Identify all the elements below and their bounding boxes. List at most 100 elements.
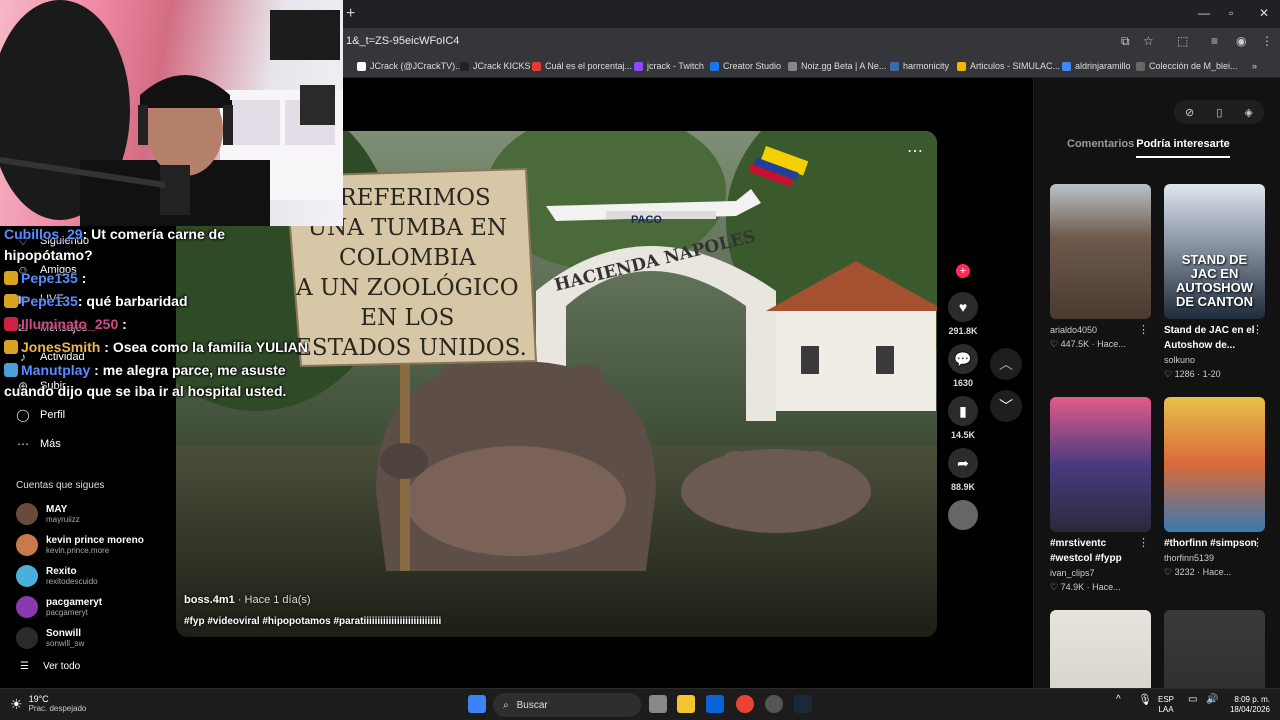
bookmark-item[interactable]: Creator Studio xyxy=(710,61,781,71)
video-hashtags[interactable]: #fyp #videoviral #hipopotamos #paratiiii… xyxy=(184,616,441,627)
chat-username: Manutplay xyxy=(21,362,91,378)
tiktok-icon[interactable]: ◈ xyxy=(1244,106,1252,119)
sidebar-item[interactable]: ◯ Perfil xyxy=(16,408,65,422)
file-explorer-icon[interactable] xyxy=(677,695,695,713)
suggested-video-card[interactable]: ⋮ arialdo4050 ♡ 447.5K · Hace... xyxy=(1050,184,1151,351)
volume-icon[interactable]: 🔊 xyxy=(1206,695,1218,705)
facebook-icon xyxy=(710,61,719,71)
comment-button[interactable]: 💬 1630 xyxy=(948,344,978,388)
card-menu-icon[interactable]: ⋮ xyxy=(1138,323,1149,336)
mic-icon[interactable]: 🎙 xyxy=(1138,695,1152,706)
like-button[interactable]: ♥ 291.8K xyxy=(948,292,978,336)
new-tab-button[interactable]: + xyxy=(346,5,355,23)
weather-widget[interactable]: ☀ 19°C Prac. despejado xyxy=(10,694,86,714)
url-field[interactable]: 1&_t=ZS-95eicWFoIC4 xyxy=(346,35,459,47)
bookmark-item[interactable]: harmonicity xyxy=(890,61,949,71)
chat-message: Illuminato_250 : xyxy=(4,314,314,335)
sound-avatar[interactable] xyxy=(948,500,978,530)
bookmark-label: JCrack KICKS xyxy=(473,61,531,71)
bookmark-label: Noiz.gg Beta | A Ne... xyxy=(801,61,887,71)
suggested-video-card[interactable]: STAND DE JAC EN AUTOSHOW DE CANTON ⋮ Stand… xyxy=(1164,184,1265,381)
followed-account[interactable]: pacgameryt pacgameryt xyxy=(16,593,102,621)
chrome-icon[interactable] xyxy=(736,695,754,713)
card-stats: ♡ 74.9K · Hace... xyxy=(1050,580,1151,594)
card-likes: 3232 xyxy=(1174,567,1195,577)
card-title: Stand de JAC en el Autoshow de... xyxy=(1164,325,1255,351)
extensions-icon[interactable]: ⬚ xyxy=(1177,34,1188,48)
sidebar-item[interactable]: ⋯ Más xyxy=(16,437,61,451)
network-icon[interactable]: ▭ xyxy=(1188,695,1197,705)
maximize-icon[interactable]: ▫ xyxy=(1229,6,1233,20)
steam-icon[interactable] xyxy=(794,695,812,713)
bookmark-item[interactable]: JCrack (@JCrackTV)... xyxy=(357,61,463,71)
followed-account[interactable]: MAY mayruiizz xyxy=(16,500,80,528)
next-video-button[interactable]: ﹀ xyxy=(990,390,1022,422)
suggested-video-card[interactable]: ⋮ #thorfinn #simpson thorfinn5139 ♡ 3232 · … xyxy=(1164,397,1265,579)
right-panel: ⊘ ▯ ◈ Comentarios Podría interesarte ⋮ ar… xyxy=(1033,78,1280,720)
followed-account[interactable]: Rexito rexitodescuido xyxy=(16,562,98,590)
start-icon[interactable] xyxy=(468,695,486,713)
device-icon[interactable]: ▯ xyxy=(1216,106,1222,119)
post-time: · Hace 1 día(s) xyxy=(234,594,311,606)
chat-message: Cubillos_29: Ut comería carne de hipopót… xyxy=(4,224,314,266)
video-more-icon[interactable]: ⋯ xyxy=(907,141,923,161)
prev-video-button[interactable]: ︿ xyxy=(990,348,1022,380)
followed-account[interactable]: Sonwill sonwill_sw xyxy=(16,624,84,652)
panel-tabs: Comentarios Podría interesarte xyxy=(1067,138,1230,158)
card-stats: ♡ 1286 · 1-20 xyxy=(1164,367,1265,381)
bookmark-item[interactable]: jcrack - Twitch xyxy=(634,61,704,71)
outlook-icon[interactable] xyxy=(706,695,724,713)
more-bookmarks-icon[interactable]: » xyxy=(1252,61,1257,71)
bookmark-item[interactable]: Noiz.gg Beta | A Ne... xyxy=(788,61,886,71)
followed-account[interactable]: kevin prince moreno kevin.prince.more xyxy=(16,531,144,559)
media-icon[interactable]: ≡ xyxy=(1211,34,1218,48)
account-name: pacgameryt xyxy=(46,596,103,608)
minimize-icon[interactable]: — xyxy=(1198,6,1210,20)
follow-button[interactable]: + xyxy=(948,264,978,278)
bookmark-item[interactable]: Colección de M_blei... xyxy=(1136,61,1238,71)
menu-icon[interactable]: ⋮ xyxy=(1261,34,1273,48)
taskbar-search[interactable]: ⌕ Buscar xyxy=(493,693,641,717)
bookmark-item[interactable]: JCrack KICKS xyxy=(460,61,531,71)
language-indicator[interactable]: ESP LAA xyxy=(1158,695,1174,715)
panel-toolbar: ⊘ ▯ ◈ xyxy=(1174,100,1264,124)
bookmark-star-icon[interactable]: ☆ xyxy=(1143,34,1154,48)
tray-chevron-icon[interactable]: ^ xyxy=(1116,695,1121,705)
share-button[interactable]: ➦ 88.9K xyxy=(948,448,978,492)
list-icon: ☰ xyxy=(20,661,29,672)
obs-icon[interactable] xyxy=(765,695,783,713)
video-thumbnail: STAND DE JAC EN AUTOSHOW DE CANTON xyxy=(1164,184,1265,319)
tab-suggested[interactable]: Podría interesarte xyxy=(1136,138,1230,158)
music-disc-icon xyxy=(948,500,978,530)
card-when: Hace... xyxy=(1097,339,1126,349)
tab-comments[interactable]: Comentarios xyxy=(1067,138,1134,158)
see-all-link[interactable]: ☰ Ver todo xyxy=(20,661,80,672)
chat-separator: : xyxy=(82,226,92,242)
card-user: solkuno xyxy=(1164,355,1196,365)
sidebar-item-label: Perfil xyxy=(40,409,66,421)
bookmark-label: harmonicity xyxy=(903,61,950,71)
cast-icon[interactable]: ⧉ xyxy=(1121,34,1130,49)
clock[interactable]: 8:09 p. m. 18/04/2026 xyxy=(1222,695,1270,715)
bookmark-item[interactable]: Articulos - SIMULAC... xyxy=(957,61,1060,71)
bookmark-item[interactable]: aldrinjaramillo xyxy=(1062,61,1131,71)
suggested-video-card[interactable]: ⋮ #mrstiventc #westcol #fypp ivan_clips7 ♡ … xyxy=(1050,397,1151,594)
comment-count: 1630 xyxy=(952,378,974,388)
card-title: #mrstiventc #westcol #fypp xyxy=(1050,538,1122,564)
card-menu-icon[interactable]: ⋮ xyxy=(1252,536,1263,549)
video-author[interactable]: boss.4m1 · Hace 1 día(s) xyxy=(184,594,311,606)
task-view-icon[interactable] xyxy=(649,695,667,713)
bookmark-label: Creator Studio xyxy=(723,61,782,71)
card-menu-icon[interactable]: ⋮ xyxy=(1138,536,1149,549)
card-stat-separator: · xyxy=(1194,369,1203,379)
bookmark-item[interactable]: Cuál es el porcentaj... xyxy=(532,61,632,71)
close-icon[interactable]: ✕ xyxy=(1259,6,1269,20)
card-user: ivan_clips7 xyxy=(1050,568,1095,578)
card-likes: 1286 xyxy=(1174,369,1195,379)
card-menu-icon[interactable]: ⋮ xyxy=(1252,323,1263,336)
avatar xyxy=(16,627,38,649)
profile-icon[interactable]: ◉ xyxy=(1236,34,1246,48)
chat-badge-icon xyxy=(4,340,18,354)
compass-icon[interactable]: ⊘ xyxy=(1185,106,1194,119)
save-button[interactable]: ▮ 14.5K xyxy=(948,396,978,440)
